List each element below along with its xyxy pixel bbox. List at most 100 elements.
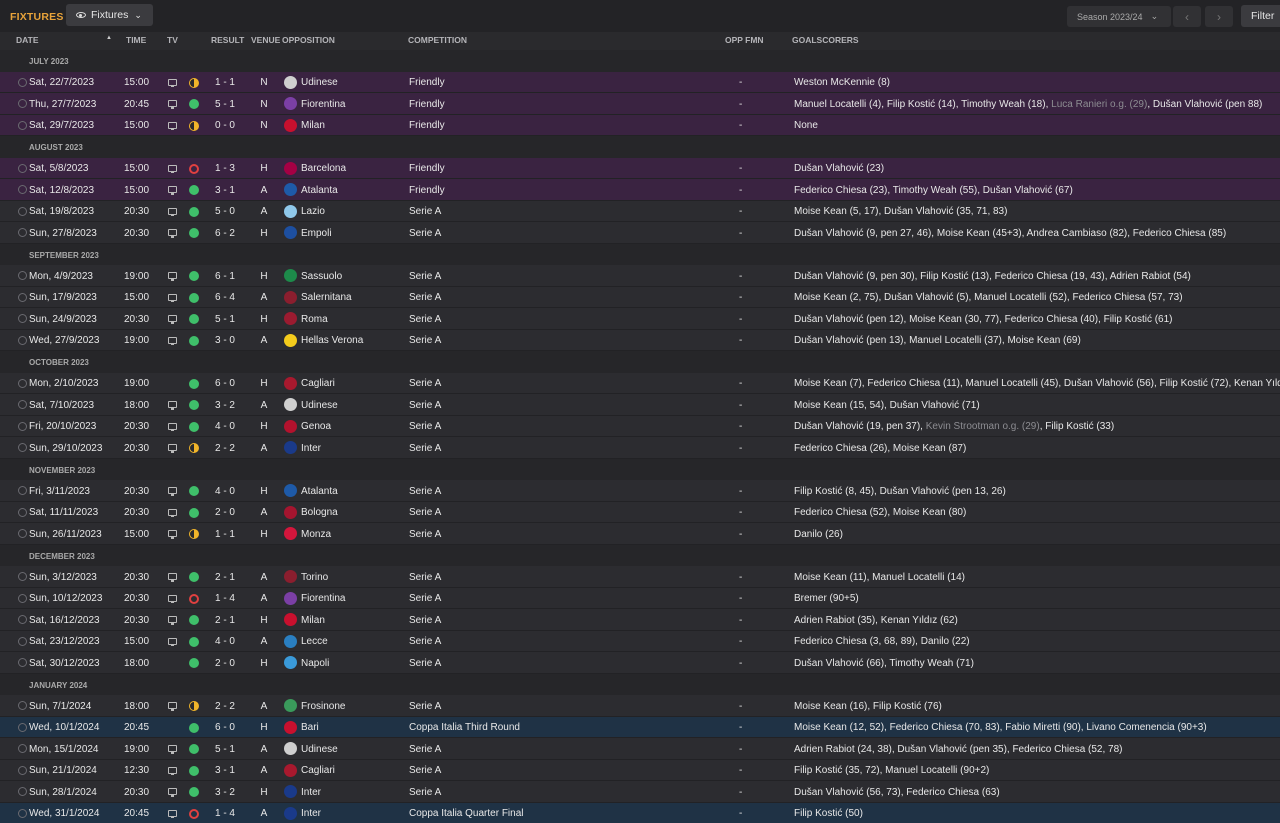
opposition-name[interactable]: Udinese bbox=[301, 400, 338, 411]
fixture-row[interactable]: Sun, 26/11/2023 15:00 1 - 1 H Monza Serie A - D… bbox=[0, 523, 1280, 545]
select-checkbox[interactable] bbox=[18, 486, 27, 495]
fixture-result[interactable]: 3 - 1 bbox=[205, 185, 245, 196]
select-checkbox[interactable] bbox=[18, 185, 27, 194]
fixture-row[interactable]: Mon, 4/9/2023 19:00 6 - 1 H Sassuolo Serie A -… bbox=[0, 265, 1280, 287]
select-checkbox[interactable] bbox=[18, 787, 27, 796]
select-checkbox[interactable] bbox=[18, 615, 27, 624]
competition-name[interactable]: Serie A bbox=[409, 701, 441, 712]
fixture-row[interactable]: Sat, 12/8/2023 15:00 3 - 1 A Atalanta Friendl… bbox=[0, 179, 1280, 201]
opposition-name[interactable]: Monza bbox=[301, 529, 331, 540]
opposition-name[interactable]: Roma bbox=[301, 314, 328, 325]
opposition-name[interactable]: Barcelona bbox=[301, 163, 346, 174]
fixture-row[interactable]: Wed, 31/1/2024 20:45 1 - 4 A Inter Coppa Ital… bbox=[0, 802, 1280, 823]
competition-name[interactable]: Serie A bbox=[409, 636, 441, 647]
column-header-opposition[interactable]: OPPOSITION bbox=[282, 35, 335, 45]
fixture-result[interactable]: 2 - 2 bbox=[205, 701, 245, 712]
competition-name[interactable]: Serie A bbox=[409, 744, 441, 755]
competition-name[interactable]: Serie A bbox=[409, 486, 441, 497]
fixture-row[interactable]: Sun, 3/12/2023 20:30 2 - 1 A Torino Serie A - M… bbox=[0, 566, 1280, 588]
select-checkbox[interactable] bbox=[18, 722, 27, 732]
select-checkbox[interactable] bbox=[18, 163, 27, 173]
opposition-name[interactable]: Inter bbox=[301, 808, 321, 819]
fixture-result[interactable]: 5 - 1 bbox=[205, 99, 245, 110]
competition-name[interactable]: Serie A bbox=[409, 314, 441, 325]
opposition-name[interactable]: Atalanta bbox=[301, 185, 338, 196]
competition-name[interactable]: Serie A bbox=[409, 507, 441, 518]
fixture-result[interactable]: 4 - 0 bbox=[205, 636, 245, 647]
opposition-name[interactable]: Hellas Verona bbox=[301, 335, 363, 346]
fixture-row[interactable]: Sun, 29/10/2023 20:30 2 - 2 A Inter Serie A - F… bbox=[0, 437, 1280, 459]
fixture-row[interactable]: Sat, 30/12/2023 18:00 2 - 0 H Napoli Serie A -… bbox=[0, 652, 1280, 674]
fixture-result[interactable]: 2 - 1 bbox=[205, 615, 245, 626]
select-checkbox[interactable] bbox=[18, 593, 27, 603]
previous-season-button[interactable]: ‹ bbox=[1173, 6, 1201, 27]
fixture-row[interactable]: Sun, 10/12/2023 20:30 1 - 4 A Fiorentina Seri… bbox=[0, 587, 1280, 609]
opposition-name[interactable]: Bari bbox=[301, 722, 319, 733]
competition-name[interactable]: Serie A bbox=[409, 593, 441, 604]
fixture-result[interactable]: 2 - 2 bbox=[205, 443, 245, 454]
opposition-name[interactable]: Lazio bbox=[301, 206, 325, 217]
competition-name[interactable]: Friendly bbox=[409, 163, 445, 174]
opposition-name[interactable]: Genoa bbox=[301, 421, 331, 432]
opposition-name[interactable]: Bologna bbox=[301, 507, 338, 518]
fixture-row[interactable]: Wed, 27/9/2023 19:00 3 - 0 A Hellas Verona Se… bbox=[0, 329, 1280, 351]
select-checkbox[interactable] bbox=[18, 271, 27, 280]
opposition-name[interactable]: Empoli bbox=[301, 228, 332, 239]
competition-name[interactable]: Friendly bbox=[409, 120, 445, 131]
select-checkbox[interactable] bbox=[18, 292, 27, 302]
select-checkbox[interactable] bbox=[18, 658, 27, 667]
opposition-name[interactable]: Napoli bbox=[301, 658, 329, 669]
view-selector-button[interactable]: Fixtures ⌄ bbox=[66, 4, 153, 26]
opposition-name[interactable]: Milan bbox=[301, 120, 325, 131]
competition-name[interactable]: Friendly bbox=[409, 185, 445, 196]
select-checkbox[interactable] bbox=[18, 572, 27, 581]
fixture-result[interactable]: 1 - 1 bbox=[205, 529, 245, 540]
fixture-result[interactable]: 3 - 2 bbox=[205, 400, 245, 411]
fixture-result[interactable]: 3 - 2 bbox=[205, 787, 245, 798]
competition-name[interactable]: Serie A bbox=[409, 292, 441, 303]
select-checkbox[interactable] bbox=[18, 206, 27, 216]
opposition-name[interactable]: Fiorentina bbox=[301, 593, 345, 604]
competition-name[interactable]: Serie A bbox=[409, 400, 441, 411]
select-checkbox[interactable] bbox=[18, 99, 27, 108]
competition-name[interactable]: Coppa Italia Quarter Final bbox=[409, 808, 524, 819]
select-checkbox[interactable] bbox=[18, 443, 27, 452]
opposition-name[interactable]: Atalanta bbox=[301, 486, 338, 497]
fixture-result[interactable]: 0 - 0 bbox=[205, 120, 245, 131]
fixture-result[interactable]: 6 - 4 bbox=[205, 292, 245, 303]
fixture-row[interactable]: Sat, 22/7/2023 15:00 1 - 1 N Udinese Friendly… bbox=[0, 71, 1280, 93]
competition-name[interactable]: Serie A bbox=[409, 228, 441, 239]
fixture-row[interactable]: Sun, 24/9/2023 20:30 5 - 1 H Roma Serie A - Duš… bbox=[0, 308, 1280, 330]
competition-name[interactable]: Serie A bbox=[409, 378, 441, 389]
opposition-name[interactable]: Salernitana bbox=[301, 292, 352, 303]
competition-name[interactable]: Serie A bbox=[409, 271, 441, 282]
fixture-row[interactable]: Fri, 3/11/2023 20:30 4 - 0 H Atalanta Serie A… bbox=[0, 480, 1280, 502]
opposition-name[interactable]: Udinese bbox=[301, 744, 338, 755]
opposition-name[interactable]: Inter bbox=[301, 443, 321, 454]
column-header-goalscorers[interactable]: GOALSCORERS bbox=[792, 35, 859, 45]
fixture-result[interactable]: 2 - 0 bbox=[205, 658, 245, 669]
fixture-row[interactable]: Sun, 17/9/2023 15:00 6 - 4 A Salernitana Seri… bbox=[0, 286, 1280, 308]
fixture-result[interactable]: 4 - 0 bbox=[205, 486, 245, 497]
season-selector[interactable]: Season 2023/24 ⌄ bbox=[1067, 6, 1171, 27]
select-checkbox[interactable] bbox=[18, 744, 27, 753]
competition-name[interactable]: Serie A bbox=[409, 765, 441, 776]
column-header-venue[interactable]: VENUE bbox=[251, 35, 280, 45]
opposition-name[interactable]: Cagliari bbox=[301, 765, 335, 776]
filter-button[interactable]: Filter bbox=[1241, 5, 1280, 27]
select-checkbox[interactable] bbox=[18, 77, 27, 87]
fixture-row[interactable]: Sat, 11/11/2023 20:30 2 - 0 A Bologna Serie A… bbox=[0, 501, 1280, 523]
select-checkbox[interactable] bbox=[18, 228, 27, 237]
competition-name[interactable]: Serie A bbox=[409, 206, 441, 217]
fixture-row[interactable]: Fri, 20/10/2023 20:30 4 - 0 H Genoa Serie A - D… bbox=[0, 415, 1280, 437]
opposition-name[interactable]: Fiorentina bbox=[301, 99, 345, 110]
select-checkbox[interactable] bbox=[18, 335, 27, 345]
select-checkbox[interactable] bbox=[18, 636, 27, 646]
fixture-row[interactable]: Thu, 27/7/2023 20:45 5 - 1 N Fiorentina Frien… bbox=[0, 93, 1280, 115]
fixture-result[interactable]: 3 - 1 bbox=[205, 765, 245, 776]
select-checkbox[interactable] bbox=[18, 701, 27, 710]
select-checkbox[interactable] bbox=[18, 120, 27, 130]
select-checkbox[interactable] bbox=[18, 421, 27, 431]
opposition-name[interactable]: Cagliari bbox=[301, 378, 335, 389]
select-checkbox[interactable] bbox=[18, 378, 27, 388]
